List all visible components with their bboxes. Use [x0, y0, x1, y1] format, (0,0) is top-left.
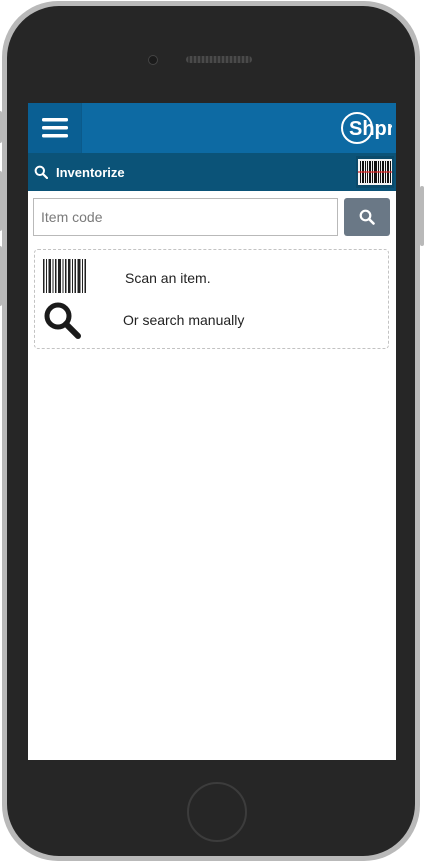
earpiece-speaker: [186, 56, 252, 63]
search-hint-text: Or search manually: [123, 312, 245, 328]
front-camera: [148, 55, 158, 65]
app-screen: Shpr Inventorize Item code Scan an item.…: [28, 103, 396, 760]
search-icon: [34, 165, 48, 179]
page-header: Inventorize: [28, 153, 396, 191]
hamburger-menu-icon: [41, 118, 68, 138]
volume-up-button: [0, 171, 2, 231]
barcode-scan-icon: [358, 159, 392, 185]
scan-hint-text: Scan an item.: [125, 270, 211, 286]
scan-button[interactable]: [356, 156, 394, 188]
top-navigation-bar: Shpr: [28, 103, 396, 153]
volume-down-button: [0, 246, 2, 306]
menu-button[interactable]: [28, 103, 82, 153]
scan-hint-panel: Scan an item. Or search manually: [34, 249, 389, 349]
power-button: [420, 186, 424, 246]
search-button[interactable]: [344, 198, 390, 236]
scan-hint-row: Scan an item.: [35, 258, 388, 298]
item-code-input[interactable]: [33, 198, 338, 236]
home-button[interactable]: [187, 782, 247, 842]
mute-switch: [0, 111, 2, 143]
search-hint-row: Or search manually: [35, 300, 388, 340]
page-title: Inventorize: [56, 164, 125, 180]
magnifier-icon: [44, 302, 81, 339]
barcode-icon: [43, 259, 86, 293]
logo-text: Shpr: [349, 118, 392, 140]
app-logo: Shpr: [340, 111, 392, 145]
search-row: [33, 198, 391, 238]
search-icon: [359, 209, 375, 225]
